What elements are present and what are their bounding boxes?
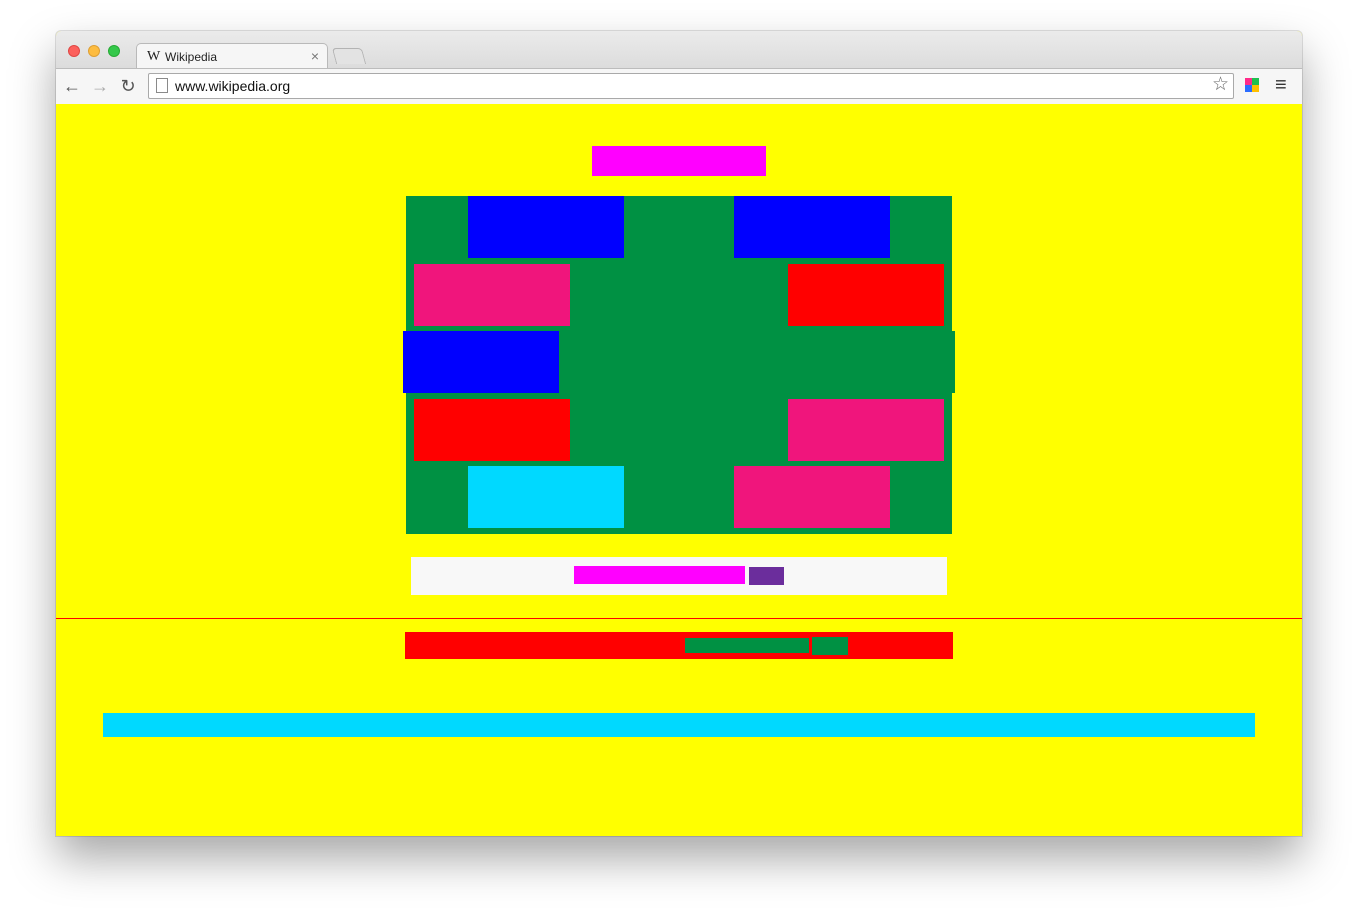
search-button[interactable]: [749, 567, 784, 585]
hamburger-menu-icon[interactable]: ≡: [1275, 74, 1287, 96]
browser-toolbar: ← → ↻ www.wikipedia.org ☆ ≡: [56, 68, 1302, 105]
tab-close-icon[interactable]: ×: [311, 48, 319, 64]
language-link-lower-right[interactable]: [788, 399, 944, 461]
window-close-button[interactable]: [68, 45, 80, 57]
bookmark-star-icon[interactable]: ☆: [1212, 74, 1229, 96]
back-arrow-icon[interactable]: ←: [62, 75, 82, 97]
language-link-lower-left[interactable]: [414, 399, 570, 461]
url-text[interactable]: www.wikipedia.org: [175, 78, 290, 94]
tab-wikipedia[interactable]: W Wikipedia ×: [136, 43, 328, 70]
language-link-bottom-left[interactable]: [468, 466, 624, 528]
address-bar[interactable]: www.wikipedia.org ☆: [148, 73, 1234, 99]
page-content: [56, 104, 1302, 836]
tab-title: Wikipedia: [165, 50, 218, 64]
language-link-upper-left[interactable]: [414, 264, 570, 326]
language-select-dropdown[interactable]: [685, 638, 809, 653]
window-minimize-button[interactable]: [88, 45, 100, 57]
language-link-bottom-right[interactable]: [734, 466, 890, 528]
footer-bar[interactable]: [103, 713, 1255, 737]
extension-icon[interactable]: [1245, 78, 1259, 92]
window-maximize-button[interactable]: [108, 45, 120, 57]
reload-icon[interactable]: ↻: [118, 75, 138, 97]
wikipedia-logo[interactable]: [592, 146, 766, 176]
extension-icon-quadrant: [1245, 78, 1252, 85]
extension-icon-quadrant: [1245, 85, 1252, 92]
forward-arrow-icon[interactable]: →: [90, 75, 110, 97]
language-go-button[interactable]: [812, 637, 848, 655]
extension-icon-quadrant: [1252, 78, 1259, 85]
browser-window: W Wikipedia × ← → ↻ www.wikipedia.org ☆ …: [56, 31, 1302, 836]
page-icon: [156, 78, 168, 93]
new-tab-button[interactable]: [331, 48, 367, 64]
language-link-top-left[interactable]: [468, 196, 624, 258]
language-link-top-right[interactable]: [734, 196, 890, 258]
language-link-middle-left[interactable]: [403, 331, 559, 393]
title-bar: W Wikipedia ×: [56, 31, 1302, 70]
search-input[interactable]: [574, 566, 745, 584]
language-selector-bar: [405, 632, 953, 659]
divider-line: [56, 618, 1302, 619]
extension-icon-quadrant: [1252, 85, 1259, 92]
language-link-upper-right[interactable]: [788, 264, 944, 326]
wikipedia-favicon-icon: W: [147, 49, 161, 64]
